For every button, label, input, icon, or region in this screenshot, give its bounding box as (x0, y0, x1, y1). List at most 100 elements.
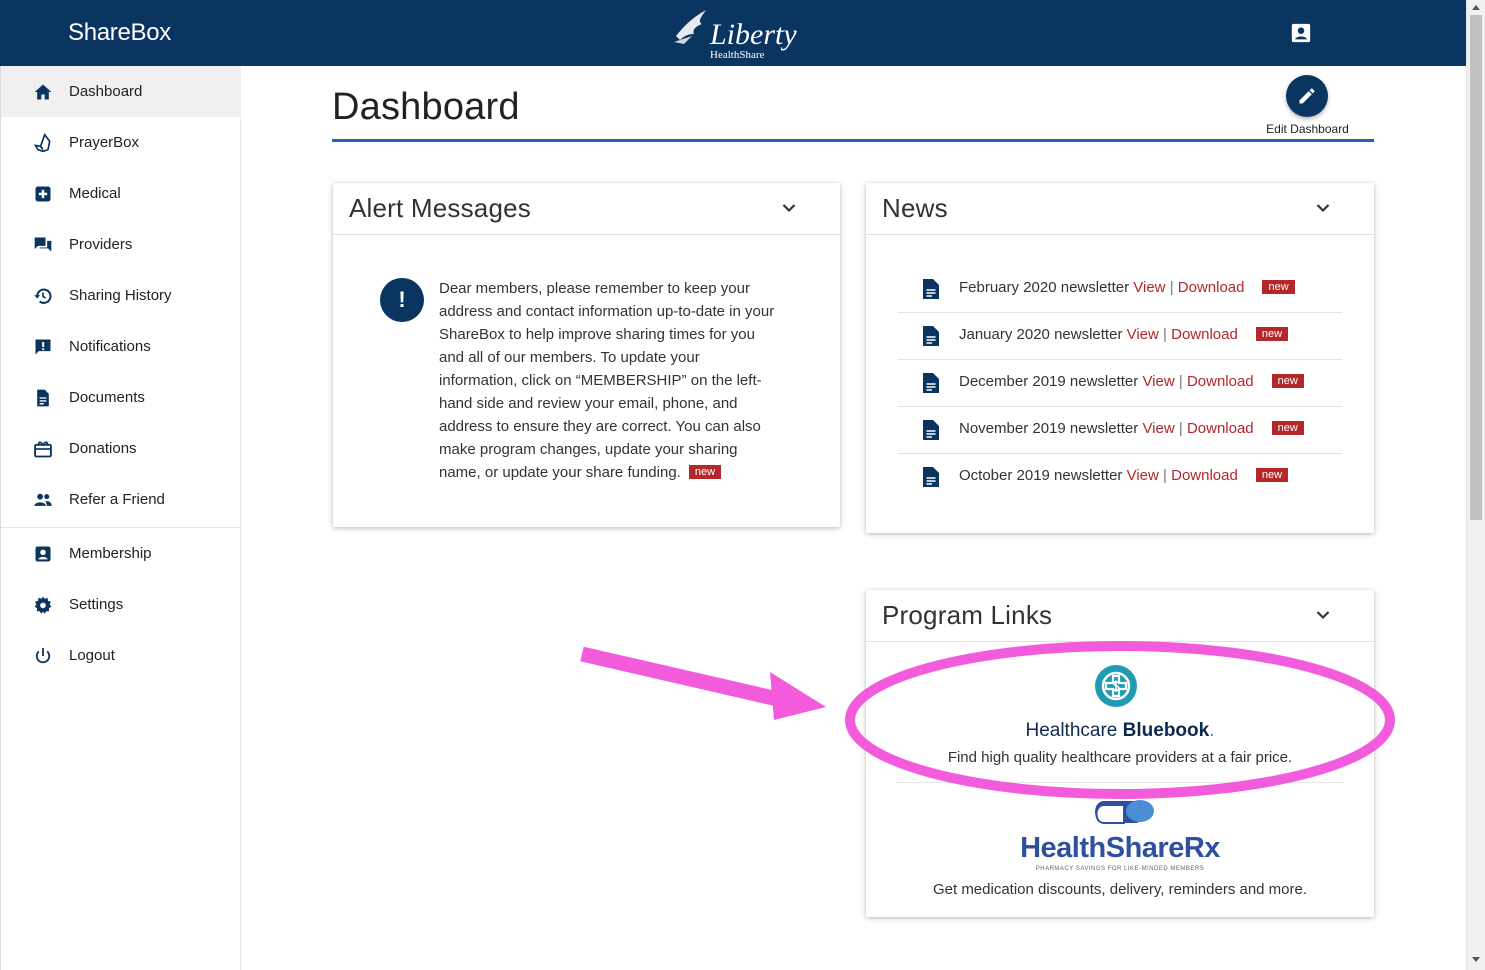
news-item-text: November 2019 newsletter View | Download… (959, 420, 1304, 437)
news-item-text: January 2020 newsletter View | Download n… (959, 326, 1289, 343)
sidebar-item-label: Medical (69, 185, 121, 202)
healthsharerx-description: Get medication discounts, delivery, remi… (932, 881, 1308, 898)
view-link[interactable]: View (1133, 279, 1165, 296)
sidebar-item-sharing-history[interactable]: Sharing History (1, 270, 241, 321)
view-link[interactable]: View (1142, 373, 1174, 390)
edit-dashboard-button[interactable] (1286, 75, 1328, 117)
alert-message: Dear members, please remember to keep yo… (439, 277, 781, 484)
sidebar-item-label: Membership (69, 545, 152, 562)
sidebar-item-providers[interactable]: Providers (1, 219, 241, 270)
page-scrollbar[interactable] (1466, 0, 1485, 970)
sidebar-item-label: Logout (69, 647, 115, 664)
liberty-logo[interactable]: Liberty HealthShare (672, 4, 800, 64)
download-link[interactable]: Download (1187, 373, 1254, 390)
logo-subtext: HealthShare (710, 49, 765, 61)
view-link[interactable]: View (1142, 420, 1174, 437)
sidebar-item-label: Sharing History (69, 287, 172, 304)
scroll-up-arrow-icon[interactable] (1472, 5, 1480, 10)
title-underline (332, 139, 1374, 142)
sidebar-item-dashboard[interactable]: Dashboard (1, 66, 241, 117)
program-divider (896, 782, 1344, 783)
sidebar-item-refer-a-friend[interactable]: Refer a Friend (1, 474, 241, 525)
sidebar-item-settings[interactable]: Settings (1, 579, 241, 630)
healthsharerx-tagline: PHARMACY SAVINGS FOR LIKE-MINDED MEMBERS (1035, 866, 1205, 872)
news-item: October 2019 newsletter View | Download n… (898, 454, 1342, 501)
power-icon (35, 647, 51, 663)
bluebook-name-regular: Healthcare (1025, 720, 1123, 741)
gift-card-icon (34, 441, 52, 457)
download-link[interactable]: Download (1187, 420, 1254, 437)
chevron-down-icon[interactable] (1316, 610, 1330, 620)
pill-capsule-icon (1095, 800, 1154, 824)
account-box-icon (35, 546, 51, 561)
gear-icon (34, 596, 52, 614)
new-badge: new (1271, 421, 1304, 435)
new-badge: new (688, 465, 722, 479)
logo-wordmark: Liberty (710, 18, 797, 51)
news-item-text: December 2019 newsletter View | Download… (959, 373, 1304, 390)
sidebar-item-documents[interactable]: Documents (1, 372, 241, 423)
document-icon (923, 279, 939, 299)
news-item: November 2019 newsletter View | Download… (898, 407, 1342, 454)
sidebar-item-label: Dashboard (69, 83, 143, 100)
card-header[interactable]: Alert Messages (333, 183, 840, 235)
sidebar-item-prayerbox[interactable]: PrayerBox (1, 117, 241, 168)
news-item: December 2019 newsletter View | Download… (898, 360, 1342, 407)
prayer-hands-icon (33, 132, 51, 152)
document-icon (923, 373, 939, 393)
download-link[interactable]: Download (1178, 279, 1245, 296)
healthsharerx-link[interactable]: HealthShareRx (866, 832, 1374, 865)
card-header[interactable]: News (866, 183, 1374, 235)
bluebook-name-bold: Bluebook (1122, 720, 1210, 741)
sidebar-item-logout[interactable]: Logout (1, 630, 241, 681)
news-item-text: February 2020 newsletter View | Download… (959, 279, 1295, 296)
download-link[interactable]: Download (1171, 467, 1238, 484)
sidebar-item-donations[interactable]: Donations (1, 423, 241, 474)
medical-plus-icon (35, 186, 51, 201)
download-link[interactable]: Download (1171, 326, 1238, 343)
sidebar-item-notifications[interactable]: Notifications (1, 321, 241, 372)
scroll-down-arrow-icon[interactable] (1472, 957, 1480, 962)
healthcare-bluebook-link[interactable]: Healthcare Bluebook. (866, 720, 1374, 742)
card-header[interactable]: Program Links (866, 590, 1374, 642)
alert-message-text: Dear members, please remember to keep yo… (439, 280, 775, 481)
chevron-down-icon[interactable] (1316, 203, 1330, 213)
home-icon (34, 84, 52, 99)
news-item-title: October 2019 newsletter (959, 467, 1123, 484)
card-title: News (882, 193, 948, 223)
annotation-arrow-head-icon (770, 672, 826, 720)
annotation-arrow-shaft (580, 646, 784, 708)
sidebar-item-membership[interactable]: Membership (1, 528, 241, 579)
healthcare-bluebook-logo-icon[interactable] (1094, 664, 1138, 708)
link-separator: | (1163, 326, 1167, 343)
new-badge: new (1255, 327, 1289, 341)
bluebook-name-dot: . (1209, 720, 1215, 741)
link-separator: | (1178, 373, 1183, 390)
feedback-icon (35, 339, 51, 354)
card-title: Program Links (882, 600, 1053, 630)
view-link[interactable]: View (1127, 326, 1159, 343)
edit-dashboard-label[interactable]: Edit Dashboard (1250, 122, 1365, 136)
account-box-icon[interactable] (1290, 22, 1312, 44)
link-separator: | (1178, 420, 1183, 437)
new-badge: new (1255, 468, 1289, 482)
document-icon (923, 467, 939, 487)
eagle-icon (674, 10, 706, 44)
document-icon (923, 420, 939, 440)
exclamation-icon: ! (380, 278, 424, 322)
news-item: February 2020 newsletter View | Download… (898, 266, 1342, 313)
link-separator: | (1163, 467, 1167, 484)
view-link[interactable]: View (1127, 467, 1159, 484)
alert-messages-card: Alert Messages ! Dear members, please re… (333, 183, 840, 527)
news-item-title: December 2019 newsletter (959, 373, 1139, 390)
sidebar-item-label: Donations (69, 440, 137, 457)
program-links-card: Program Links Healthcare Bluebook. Find … (866, 590, 1374, 917)
scrollbar-thumb[interactable] (1470, 15, 1482, 520)
chevron-down-icon[interactable] (782, 203, 796, 213)
sidebar-nav: Dashboard PrayerBox Medical Providers Sh… (0, 66, 241, 970)
app-brand[interactable]: ShareBox (68, 19, 171, 47)
news-item: January 2020 newsletter View | Download n… (898, 313, 1342, 360)
document-icon (37, 389, 49, 406)
news-item-title: November 2019 newsletter (959, 420, 1139, 437)
sidebar-item-medical[interactable]: Medical (1, 168, 241, 219)
